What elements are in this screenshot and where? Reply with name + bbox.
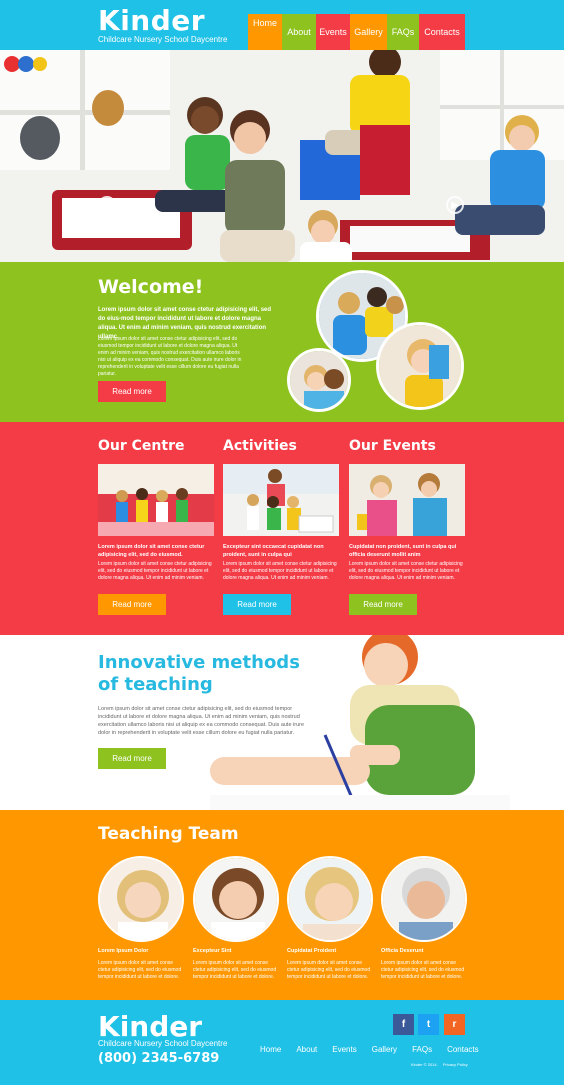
nav-item-events[interactable]: Events <box>316 14 350 50</box>
child-drawing-photo <box>210 635 510 810</box>
footer-logo-subtitle: Childcare Nursery School Daycentre <box>98 1039 228 1048</box>
site-footer: Kinder Childcare Nursery School Daycentr… <box>0 1000 564 1085</box>
site-header: Kinder Childcare Nursery School Daycentr… <box>0 0 564 50</box>
footer-nav-gallery[interactable]: Gallery <box>372 1045 397 1054</box>
twitter-icon: t <box>426 1019 431 1030</box>
col-title-activities: Activities <box>223 438 297 454</box>
nav-item-home[interactable]: Home <box>248 14 282 50</box>
col-title-events: Our Events <box>349 438 436 454</box>
hero-slider: ◀ ▶ <box>0 50 564 262</box>
events-read-more-button[interactable]: Read more <box>349 594 417 615</box>
nav-item-about[interactable]: About <box>282 14 316 50</box>
member-photo-4 <box>381 856 467 942</box>
footer-nav-contacts[interactable]: Contacts <box>447 1045 479 1054</box>
logo-title[interactable]: Kinder <box>98 6 205 36</box>
main-nav: Home About Events Gallery FAQs Contacts <box>248 14 465 50</box>
activities-bold-text: Excepteur sint occaecat cupidatat non pr… <box>223 544 324 558</box>
facebook-button[interactable]: f <box>393 1014 414 1035</box>
member-text-4: Lorem ipsum dolor sit amet conse ctetur … <box>381 960 465 980</box>
welcome-read-more-button[interactable]: Read more <box>98 381 166 402</box>
welcome-text: Lorem ipsum dolor sit amet conse ctetur … <box>98 336 242 377</box>
footer-privacy-link[interactable]: Privacy Policy <box>443 1062 468 1067</box>
features-section: Our Centre Activities Our Events Lorem i… <box>0 422 564 635</box>
footer-phone[interactable]: (800) 2345-6789 <box>98 1051 219 1066</box>
centre-read-more-button[interactable]: Read more <box>98 594 166 615</box>
team-title: Teaching Team <box>98 824 239 844</box>
centre-photo <box>98 464 214 536</box>
rss-button[interactable]: r <box>444 1014 465 1035</box>
activities-text: Lorem ipsum dolor sit amet conse ctetur … <box>223 561 337 581</box>
events-text: Lorem ipsum dolor sit amet conse ctetur … <box>349 561 463 581</box>
member-photo-1 <box>98 856 184 942</box>
team-section: Teaching Team Lorem Ipsum Dolor Excepteu… <box>0 810 564 1000</box>
welcome-title: Welcome! <box>98 276 204 298</box>
footer-nav: Home About Events Gallery FAQs Contacts <box>260 1045 494 1054</box>
member-photo-3 <box>287 856 373 942</box>
member-name-2: Excepteur Sint <box>193 948 232 954</box>
centre-bold-text: Lorem ipsum dolor sit amet conse ctetur … <box>98 544 205 558</box>
centre-text: Lorem ipsum dolor sit amet conse ctetur … <box>98 561 212 581</box>
welcome-photo-3 <box>287 348 351 412</box>
footer-logo-title[interactable]: Kinder <box>98 1012 202 1042</box>
facebook-icon: f <box>401 1019 406 1030</box>
footer-nav-faqs[interactable]: FAQs <box>412 1045 432 1054</box>
twitter-button[interactable]: t <box>418 1014 439 1035</box>
activities-read-more-button[interactable]: Read more <box>223 594 291 615</box>
arrow-right-icon: ▶ <box>451 199 459 211</box>
welcome-section: Welcome! Lorem ipsum dolor sit amet cons… <box>0 262 564 422</box>
innovative-section: Innovative methods of teaching Lorem ips… <box>0 635 564 810</box>
member-name-3: Cupidatat Proident <box>287 948 337 954</box>
member-text-2: Lorem ipsum dolor sit amet conse ctetur … <box>193 960 277 980</box>
innovative-read-more-button[interactable]: Read more <box>98 748 166 769</box>
member-text-1: Lorem ipsum dolor sit amet conse ctetur … <box>98 960 182 980</box>
nav-item-gallery[interactable]: Gallery <box>350 14 387 50</box>
footer-nav-about[interactable]: About <box>296 1045 317 1054</box>
col-title-centre: Our Centre <box>98 438 185 454</box>
nav-item-contacts[interactable]: Contacts <box>419 14 465 50</box>
member-name-1: Lorem Ipsum Dolor <box>98 948 149 954</box>
events-bold-text: Cupidatat non proident, sunt in culpa qu… <box>349 544 457 558</box>
footer-nav-events[interactable]: Events <box>332 1045 356 1054</box>
hero-classroom-photo <box>0 50 564 262</box>
slider-next-button[interactable]: ▶ <box>446 196 464 214</box>
events-photo <box>349 464 465 536</box>
member-text-3: Lorem ipsum dolor sit amet conse ctetur … <box>287 960 371 980</box>
footer-copyright: Kinder © 2014. <box>411 1062 438 1067</box>
nav-item-faqs[interactable]: FAQs <box>387 14 419 50</box>
rss-icon: r <box>452 1019 457 1030</box>
arrow-left-icon: ◀ <box>103 199 111 211</box>
member-name-4: Officia Deserunt <box>381 948 424 954</box>
slider-prev-button[interactable]: ◀ <box>98 196 116 214</box>
welcome-photo-2 <box>376 322 464 410</box>
activities-photo <box>223 464 339 536</box>
member-photo-2 <box>193 856 279 942</box>
footer-copyright-line: Kinder © 2014. Privacy Policy <box>411 1062 468 1067</box>
footer-nav-home[interactable]: Home <box>260 1045 281 1054</box>
logo-subtitle: Childcare Nursery School Daycentre <box>98 35 228 44</box>
